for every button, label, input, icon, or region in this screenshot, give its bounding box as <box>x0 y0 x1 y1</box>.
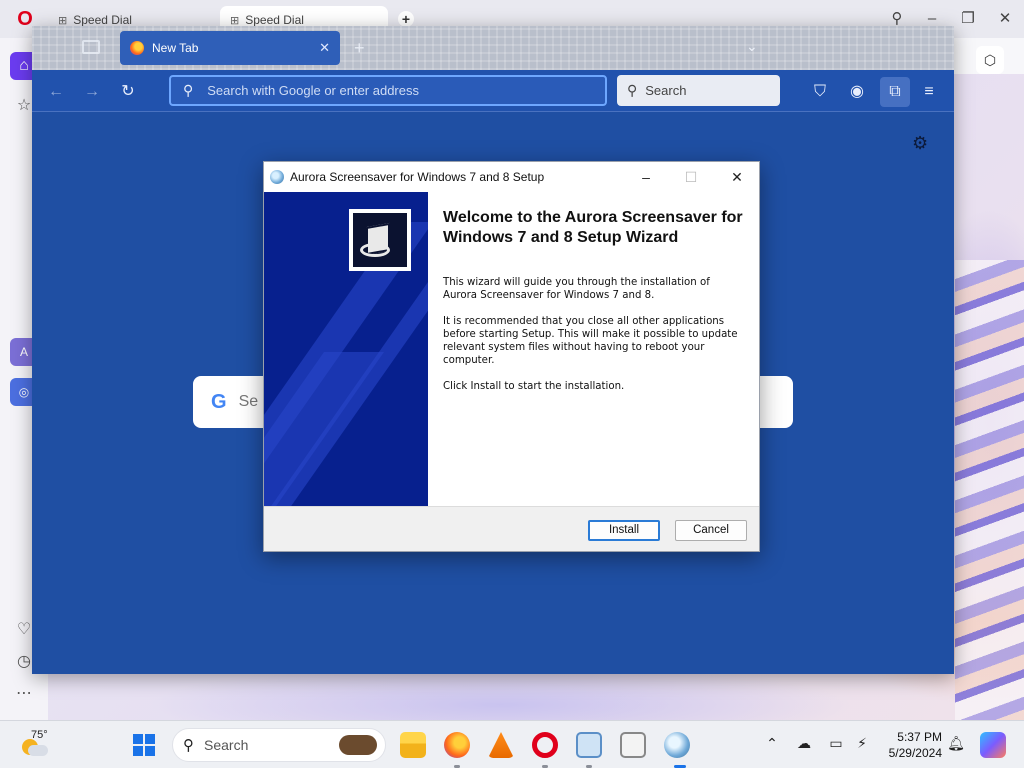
url-bar-placeholder: Search with Google or enter address <box>207 83 419 98</box>
opera-tab-label: Speed Dial <box>73 13 132 27</box>
close-icon[interactable]: ✕ <box>727 168 747 186</box>
dialog-footer: Install Cancel <box>264 506 759 551</box>
display-icon[interactable]: ▭ <box>826 735 846 752</box>
opera-extension-icon[interactable]: ⬡ <box>976 46 1004 74</box>
weather-temperature: 75° <box>31 729 48 741</box>
opera-tab-label: Speed Dial <box>245 13 304 27</box>
notification-bell-icon[interactable]: 🔔︎ <box>946 735 966 752</box>
start-button[interactable] <box>133 734 155 756</box>
cancel-button[interactable]: Cancel <box>675 520 747 541</box>
firefox-tab-label: New Tab <box>152 41 199 55</box>
weather-widget[interactable]: 75° <box>18 729 54 761</box>
chevron-up-icon[interactable]: ⌃ <box>762 735 782 752</box>
dialog-title: Aurora Screensaver for Windows 7 and 8 S… <box>290 170 545 184</box>
search-icon: ⚲ <box>183 737 194 754</box>
taskbar: 75° ⚲ Search ⌃ ☁ ▭ ⚡ 5:37 PM 5/29/2024 🔔… <box>0 720 1024 768</box>
search-box[interactable]: ⚲ Search <box>617 75 780 106</box>
new-tab-button[interactable]: + <box>354 39 365 57</box>
restore-icon[interactable]: ❐ <box>956 8 980 30</box>
grid-icon: ⊞ <box>58 14 68 27</box>
minimize-icon[interactable]: – <box>636 168 656 186</box>
wizard-paragraph: This wizard will guide you through the i… <box>443 277 710 301</box>
cloud-offline-icon[interactable]: ☁ <box>794 735 814 752</box>
search-icon: ⚲ <box>183 82 194 98</box>
solitaire-icon[interactable] <box>620 732 646 758</box>
firefox-tab-bar: New Tab ✕ + ⌄ <box>32 26 954 70</box>
taskbar-search-placeholder: Search <box>204 737 249 753</box>
notepad-icon[interactable] <box>576 732 602 758</box>
search-highlight-otter-icon <box>339 735 377 755</box>
opera-icon[interactable] <box>532 732 558 758</box>
clock-time: 5:37 PM <box>897 730 942 744</box>
menu-icon[interactable]: ≡ <box>917 80 941 104</box>
account-icon[interactable]: ◉ <box>845 80 869 104</box>
back-arrow-icon[interactable]: ← <box>44 80 68 104</box>
settings-gear-icon[interactable]: ⚙ <box>912 133 928 154</box>
install-button[interactable]: Install <box>588 520 660 541</box>
system-clock[interactable]: 5:37 PM 5/29/2024 <box>880 729 942 761</box>
google-search-placeholder: Se <box>238 393 259 410</box>
wallpaper-waves <box>955 260 1024 720</box>
more-icon[interactable]: ⋯ <box>10 680 38 708</box>
chevron-down-icon[interactable]: ⌄ <box>746 38 758 55</box>
setup-app-icon <box>270 170 284 184</box>
firefox-toolbar: ← → ↻ ⚲ Search with Google or enter addr… <box>32 70 954 112</box>
firefox-tab-new-tab[interactable]: New Tab ✕ <box>120 31 340 65</box>
wizard-heading: Welcome to the Aurora Screensaver for Wi… <box>443 209 743 246</box>
url-bar[interactable]: ⚲ Search with Google or enter address <box>169 75 607 106</box>
installer-logo-icon <box>349 209 411 271</box>
forward-arrow-icon[interactable]: → <box>80 80 104 104</box>
firefox-icon[interactable] <box>444 732 470 758</box>
extensions-icon[interactable]: ⧉ <box>880 77 910 107</box>
firefox-favicon-icon <box>130 41 144 55</box>
setup-dialog: Aurora Screensaver for Windows 7 and 8 S… <box>263 161 760 552</box>
vlc-icon[interactable] <box>488 732 514 758</box>
maximize-icon: ☐ <box>684 169 698 185</box>
grid-icon: ⊞ <box>230 14 240 27</box>
close-icon[interactable]: ✕ <box>993 8 1017 30</box>
wizard-content: Welcome to the Aurora Screensaver for Wi… <box>443 208 743 406</box>
pocket-icon[interactable]: ⛉ <box>808 80 832 104</box>
file-explorer-icon[interactable] <box>400 732 426 758</box>
banner-stripe <box>264 352 385 506</box>
network-icon[interactable]: ⚡ <box>852 735 872 752</box>
close-icon[interactable]: ✕ <box>319 40 330 56</box>
reload-icon[interactable]: ↻ <box>116 80 140 104</box>
cloud-icon <box>28 745 48 756</box>
search-box-placeholder: Search <box>645 83 687 98</box>
opera-new-tab-button[interactable]: + <box>398 11 414 27</box>
copilot-icon[interactable] <box>980 732 1006 758</box>
google-logo-icon: G <box>211 390 227 413</box>
wizard-paragraph: It is recommended that you close all oth… <box>443 316 738 366</box>
wizard-paragraph: Click Install to start the installation. <box>443 381 625 392</box>
wizard-banner <box>264 192 428 506</box>
search-icon: ⚲ <box>627 82 638 98</box>
aurora-setup-icon[interactable] <box>664 732 690 758</box>
clock-date: 5/29/2024 <box>888 746 942 760</box>
tab-overview-icon[interactable] <box>82 40 100 54</box>
taskbar-search[interactable]: ⚲ Search <box>172 728 386 762</box>
